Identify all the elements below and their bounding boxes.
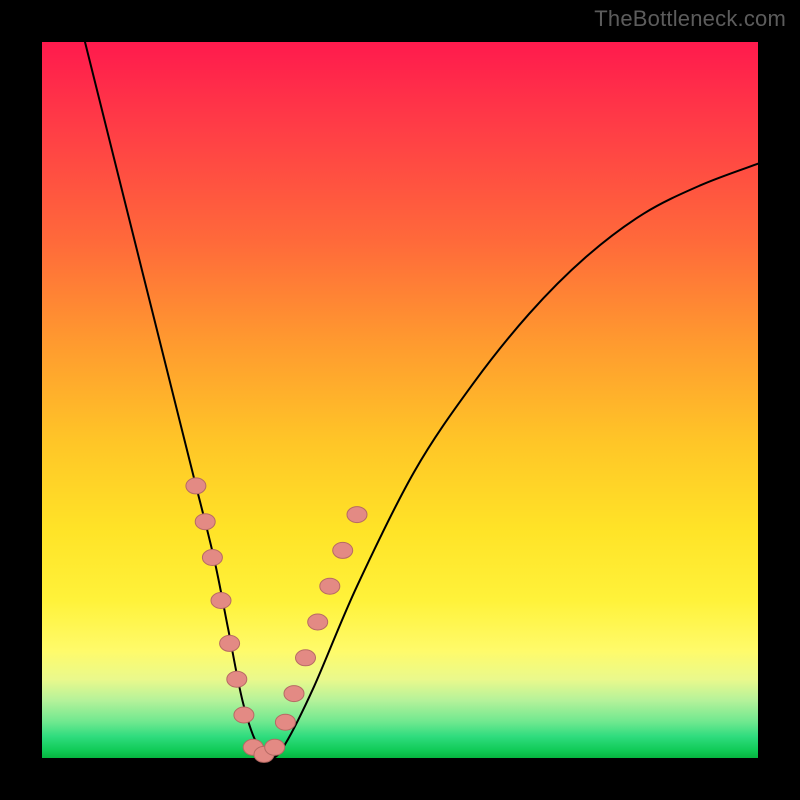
highlight-dot [284, 686, 304, 702]
highlight-dot [308, 614, 328, 630]
highlight-dot [211, 593, 231, 609]
highlight-dot [227, 671, 247, 687]
chart-frame: TheBottleneck.com [0, 0, 800, 800]
highlight-dot [333, 542, 353, 558]
bottleneck-curve [85, 42, 758, 758]
highlight-dot [186, 478, 206, 494]
highlight-dot [234, 707, 254, 723]
highlight-dot [296, 650, 316, 666]
highlight-dot [195, 514, 215, 530]
highlight-dot [202, 550, 222, 566]
highlight-dot [220, 635, 240, 651]
highlight-dot [347, 507, 367, 523]
highlight-dot [265, 739, 285, 755]
plot-area [42, 42, 758, 758]
highlight-dots-group [186, 478, 367, 763]
highlight-dot [275, 714, 295, 730]
curve-svg [42, 42, 758, 758]
watermark-text: TheBottleneck.com [594, 6, 786, 32]
highlight-dot [320, 578, 340, 594]
